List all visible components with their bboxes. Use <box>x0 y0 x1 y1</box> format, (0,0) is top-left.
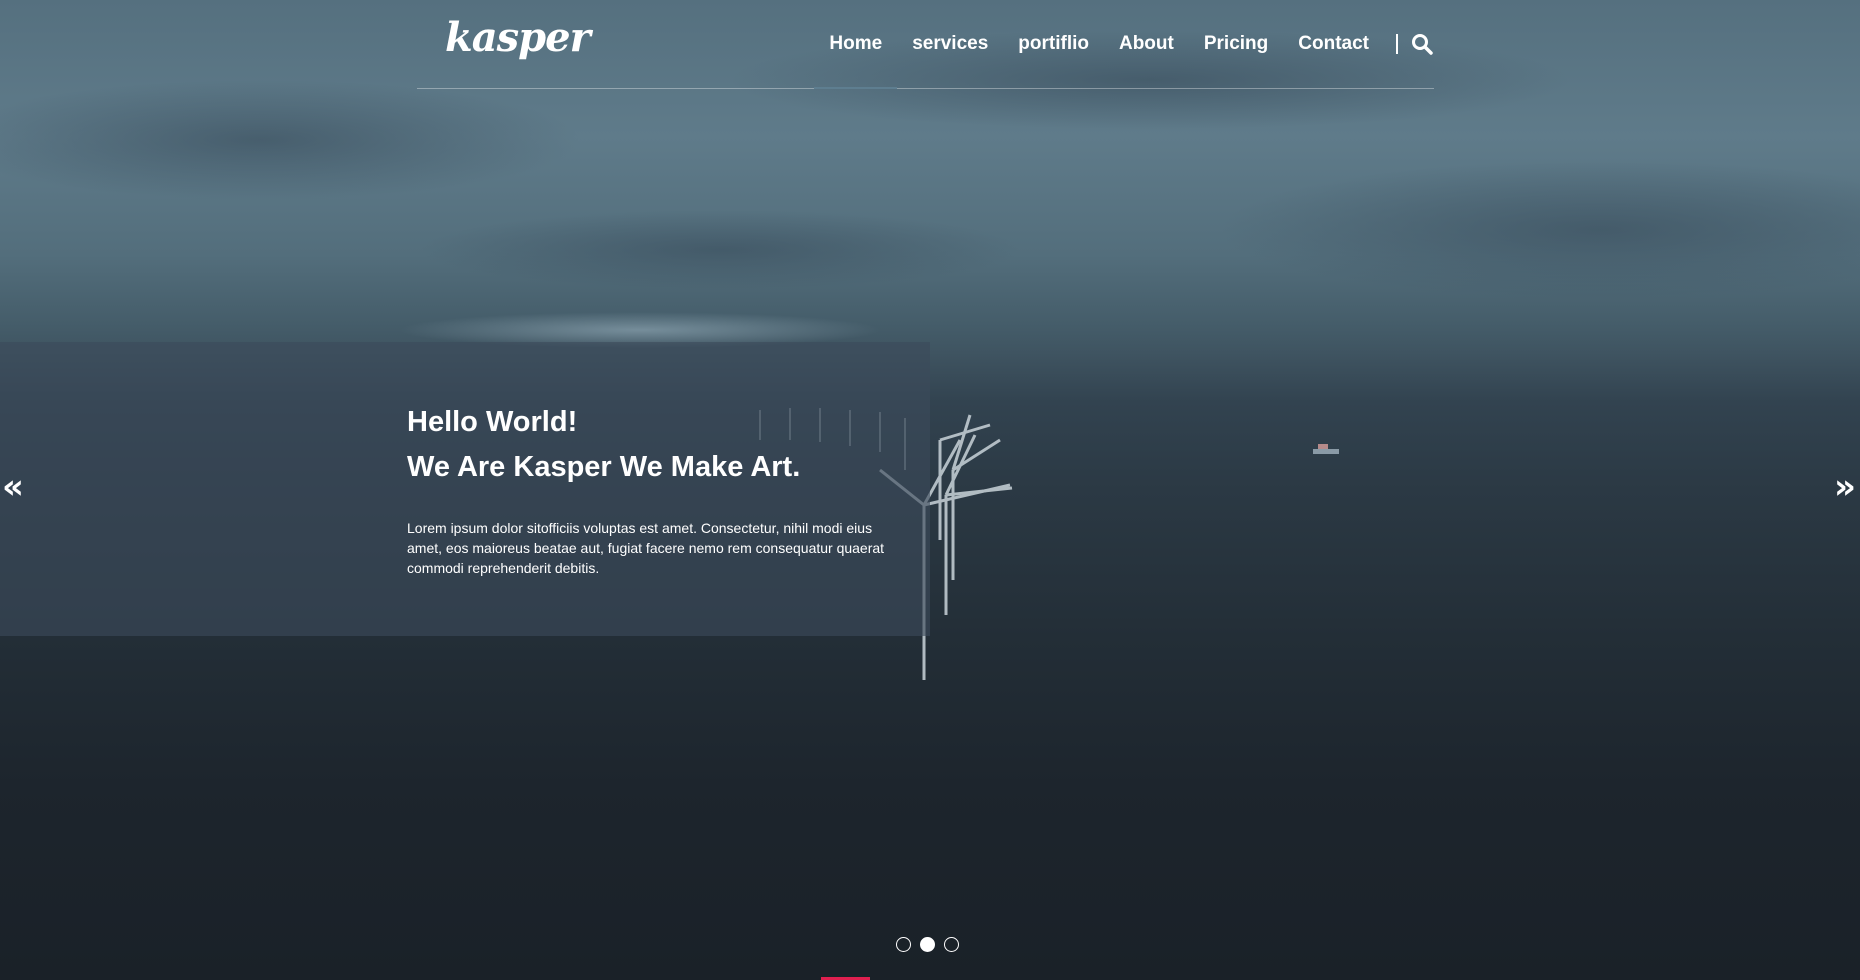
hero-title-line2: We Are Kasper We Make Art. <box>407 451 801 483</box>
nav-item-services[interactable]: services <box>897 0 1003 88</box>
nav-item-about[interactable]: About <box>1104 0 1189 88</box>
nav-item-portfolio[interactable]: portiflio <box>1003 0 1104 88</box>
nav-item-pricing[interactable]: Pricing <box>1189 0 1283 88</box>
slider-bullet-2[interactable] <box>920 937 935 952</box>
search-icon[interactable] <box>1410 32 1434 56</box>
slider-bullet-1[interactable] <box>896 937 911 952</box>
prev-slide-arrow-icon[interactable]: « <box>2 470 24 504</box>
nav-divider <box>1396 34 1398 54</box>
nav-item-contact[interactable]: Contact <box>1283 0 1384 88</box>
cloud <box>0 80 580 200</box>
hero-title: Hello World! We Are Kasper We Make Art. <box>407 400 800 490</box>
ship <box>1313 449 1339 454</box>
cloud <box>420 210 1020 290</box>
ship-cabin <box>1318 444 1328 449</box>
hero-title-line1: Hello World! <box>407 406 578 438</box>
nav-item-home[interactable]: Home <box>814 0 898 89</box>
cloud <box>1220 160 1860 300</box>
logo[interactable]: kasper <box>445 14 591 61</box>
main-nav: Home services portiflio About Pricing Co… <box>814 0 1434 89</box>
next-slide-arrow-icon[interactable]: » <box>1834 470 1856 504</box>
slider-bullet-3[interactable] <box>944 937 959 952</box>
site-header: kasper Home services portiflio About Pri… <box>417 0 1434 89</box>
slider-bullets <box>896 937 959 952</box>
hero-description: Lorem ipsum dolor sitofficiis voluptas e… <box>407 520 885 576</box>
